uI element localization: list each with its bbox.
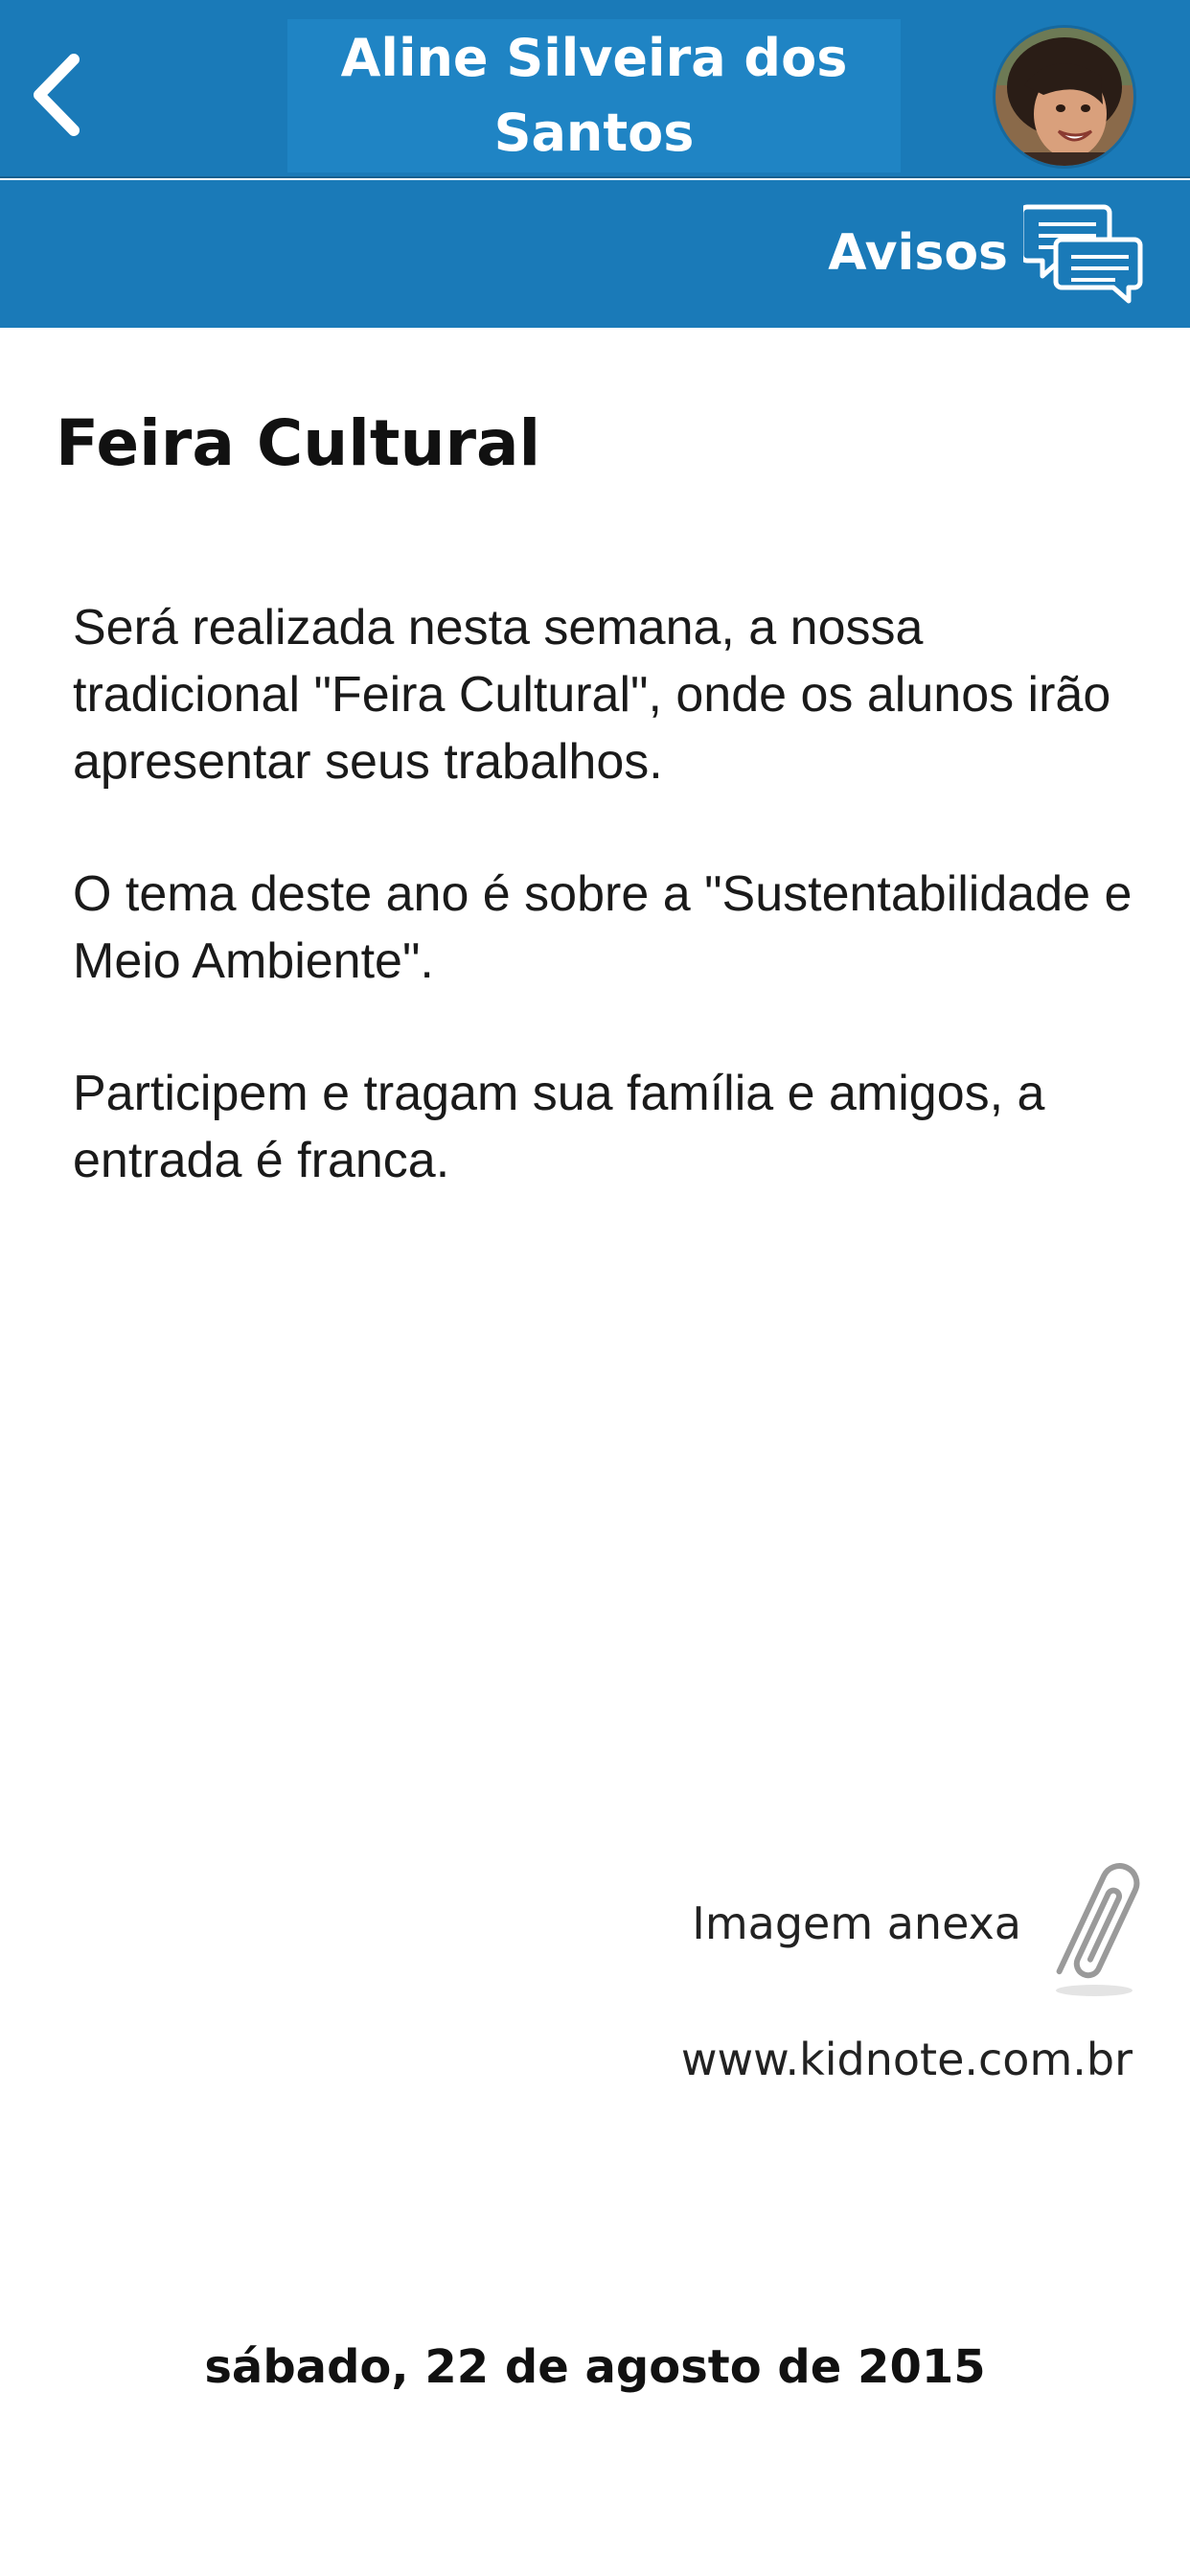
avatar-photo: [995, 28, 1133, 166]
paperclip-icon: [1056, 1863, 1140, 1996]
notice-paragraph: Será realizada nesta semana, a nossa tra…: [73, 600, 1111, 790]
student-name: Aline Silveira dos Santos: [340, 28, 848, 163]
notice-date: sábado, 22 de agosto de 2015: [204, 2340, 986, 2394]
avatar[interactable]: [993, 25, 1136, 169]
student-info: Aline Silveira dos Santos 9ª série A - m…: [287, 19, 901, 233]
app-header: Aline Silveira dos Santos 9ª série A - m…: [0, 0, 1190, 233]
section-bar: Avisos: [0, 180, 1190, 328]
back-button[interactable]: [13, 42, 100, 148]
avisos-label: Avisos: [828, 224, 1008, 282]
avisos-button[interactable]: Avisos: [828, 199, 1144, 307]
chevron-left-icon: [34, 54, 80, 136]
attachment-link[interactable]: Imagem anexa: [692, 1847, 1140, 2000]
chat-bubbles-icon: [1023, 204, 1143, 304]
notice-paragraph: Participem e tragam sua família e amigos…: [73, 1066, 1045, 1188]
notice-body: Será realizada nesta semana, a nossa tra…: [73, 594, 1146, 1259]
website-link[interactable]: www.kidnote.com.br: [681, 2034, 1133, 2085]
attachment-label: Imagem anexa: [692, 1898, 1021, 1949]
notice-title: Feira Cultural: [56, 406, 541, 480]
notice-paragraph: O tema deste ano é sobre a "Sustentabili…: [73, 866, 1133, 989]
